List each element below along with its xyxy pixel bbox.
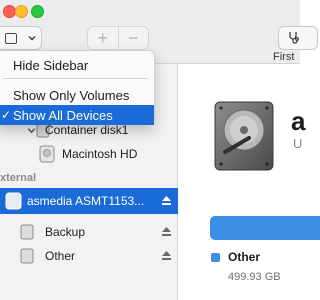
minimize-window-button[interactable] xyxy=(15,5,28,18)
container-label: Container disk1 xyxy=(45,123,129,137)
detail-pane: a U Other 499.93 GB xyxy=(178,64,320,300)
sidebar-item-other[interactable]: Other xyxy=(0,244,178,268)
usage-bar xyxy=(210,216,320,240)
hard-drive-icon xyxy=(39,145,55,163)
backup-label: Backup xyxy=(45,225,86,239)
sidebar-item-macintosh-hd[interactable]: Macintosh HD xyxy=(0,142,178,166)
hard-disk-icon xyxy=(214,101,274,171)
first-aid-button[interactable] xyxy=(278,26,318,50)
eject-icon[interactable] xyxy=(161,195,172,206)
remove-volume-button[interactable]: − xyxy=(117,27,149,49)
eject-icon[interactable] xyxy=(161,250,172,261)
zoom-window-button[interactable] xyxy=(31,5,44,18)
first-aid-label: First xyxy=(273,51,295,63)
volume-buttons: + − xyxy=(87,26,149,50)
eject-icon[interactable] xyxy=(161,226,172,237)
device-subtitle: U xyxy=(293,136,303,151)
device-title: a xyxy=(291,106,306,136)
view-menu: Hide Sidebar Show Only Volumes ✓ Show Al… xyxy=(0,50,155,125)
add-volume-button[interactable]: + xyxy=(88,27,118,49)
sidebar-icon xyxy=(5,32,17,44)
checkmark-icon: ✓ xyxy=(1,108,12,122)
menu-item-show-all-devices[interactable]: ✓ Show All Devices xyxy=(0,105,154,125)
menu-item-label: Hide Sidebar xyxy=(13,57,89,73)
other-legend-size: 499.93 GB xyxy=(228,271,281,283)
external-device-label: asmedia ASMT1153... xyxy=(27,194,145,208)
stethoscope-icon xyxy=(289,32,299,44)
chevron-down-icon xyxy=(28,35,36,41)
macintosh-hd-label: Macintosh HD xyxy=(62,147,138,161)
sidebar-view-button[interactable] xyxy=(0,26,42,50)
menu-item-label: Show Only Volumes xyxy=(13,87,130,103)
menu-item-label: Show All Devices xyxy=(13,107,113,123)
external-drive-icon xyxy=(5,192,22,210)
sidebar-item-backup[interactable]: Backup xyxy=(0,220,178,244)
sidebar-item-external-device[interactable]: asmedia ASMT1153... xyxy=(0,188,178,214)
other-legend-swatch xyxy=(211,253,220,262)
chevron-down-icon xyxy=(27,127,36,133)
menu-item-show-only-volumes[interactable]: Show Only Volumes xyxy=(0,85,154,105)
volume-icon xyxy=(20,248,34,264)
external-section-header: xternal xyxy=(0,172,37,184)
menu-item-hide-sidebar[interactable]: Hide Sidebar xyxy=(0,55,154,75)
menu-separator xyxy=(3,78,148,79)
volume-icon xyxy=(20,224,34,240)
other-legend-label: Other xyxy=(228,250,261,264)
other-label: Other xyxy=(45,249,76,263)
